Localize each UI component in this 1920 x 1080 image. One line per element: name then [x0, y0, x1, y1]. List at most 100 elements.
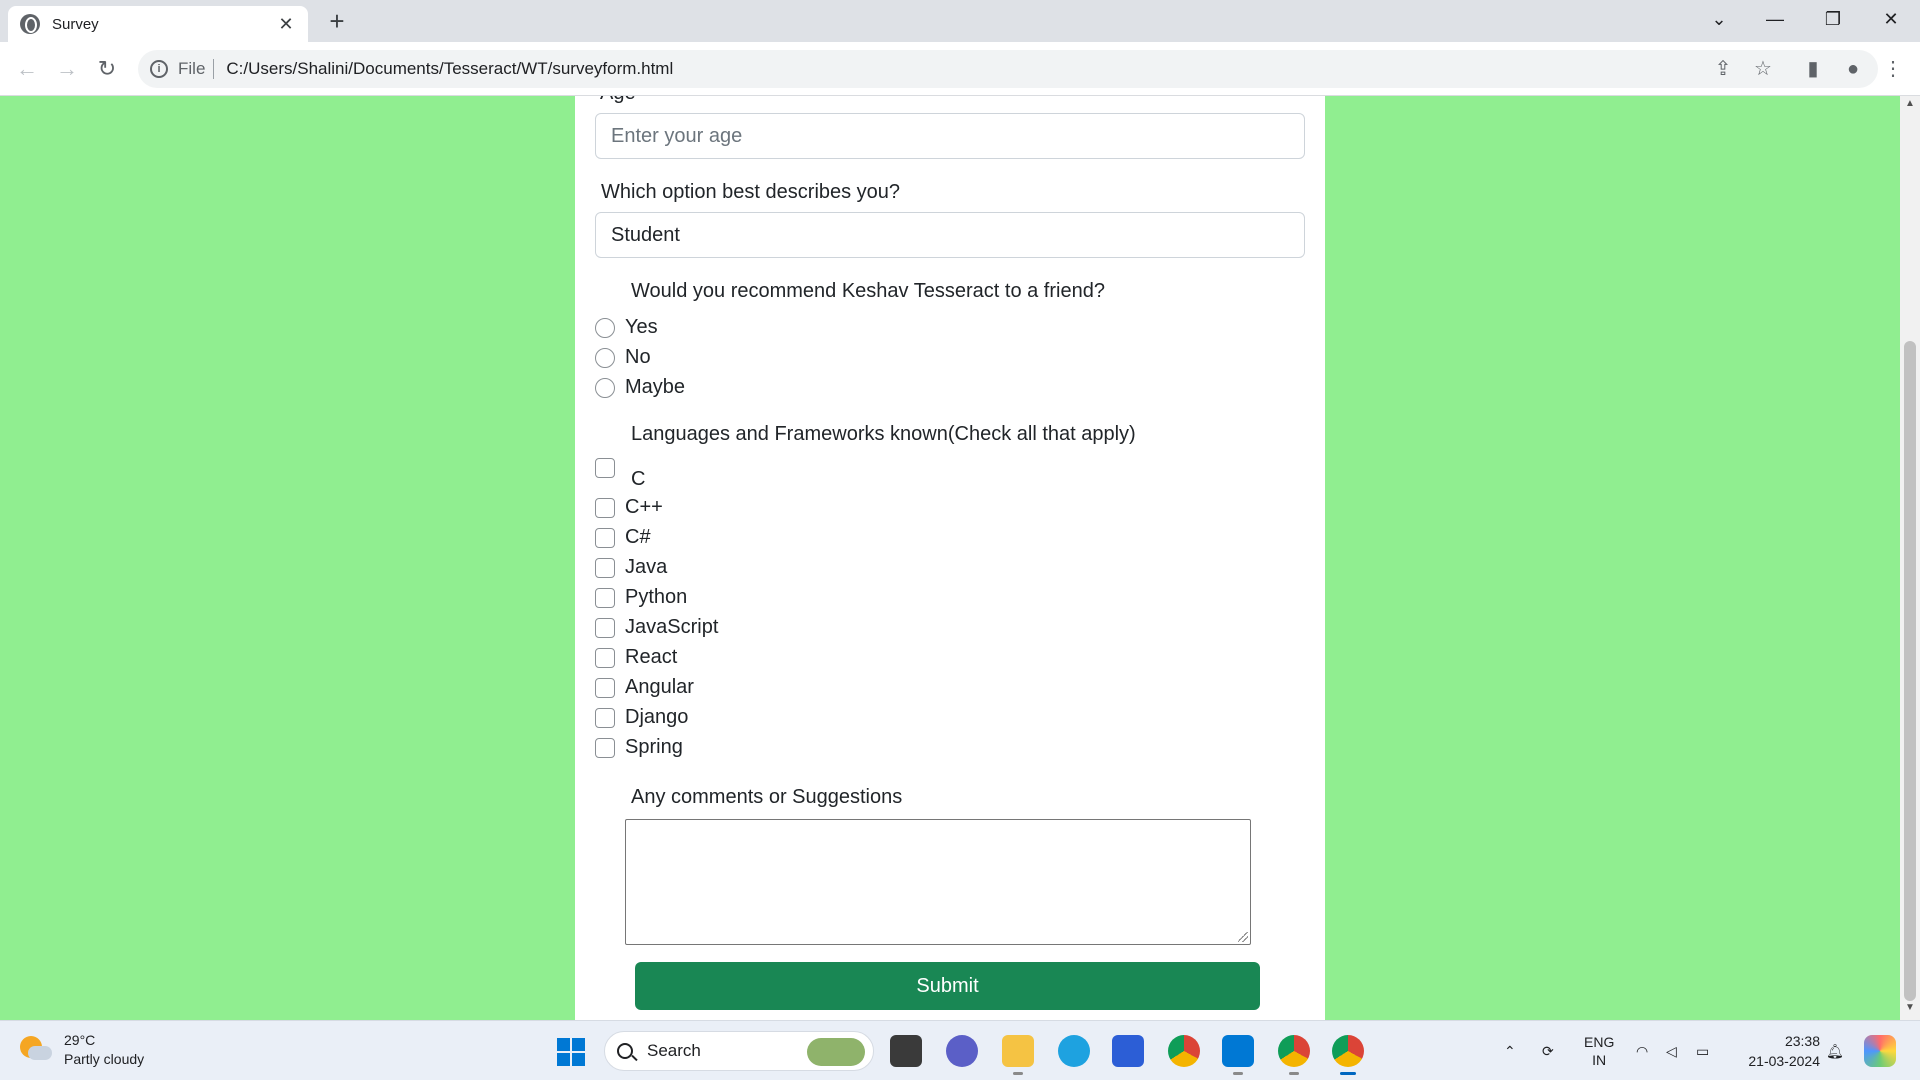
- checkbox-option-python[interactable]: Python: [595, 586, 687, 609]
- language-indicator[interactable]: ENG IN: [1584, 1021, 1614, 1080]
- task-view-icon[interactable]: [890, 1035, 922, 1067]
- side-panel-icon[interactable]: ▮: [1800, 56, 1826, 82]
- minimize-button[interactable]: —: [1752, 0, 1798, 38]
- checkbox-label: C++: [625, 496, 663, 518]
- new-tab-button[interactable]: +: [322, 7, 352, 37]
- role-selected-value: Student: [611, 223, 680, 246]
- checkbox[interactable]: [595, 557, 615, 578]
- restore-button[interactable]: ❐: [1810, 0, 1856, 38]
- tab-strip: Survey ✕ + ⌄ — ❐ ✕: [0, 0, 1920, 42]
- checkbox-label: React: [625, 646, 678, 668]
- notification-bell-icon[interactable]: 🔔︎: [1826, 1021, 1844, 1080]
- radio-label: Yes: [625, 316, 658, 338]
- teams-chat-icon[interactable]: [946, 1035, 978, 1067]
- page-viewport: Age Enter your age Which option best des…: [0, 96, 1920, 1020]
- checkbox[interactable]: [595, 617, 615, 638]
- show-hidden-icons-chevron-icon[interactable]: ⌃: [1504, 1021, 1516, 1080]
- close-tab-icon[interactable]: ✕: [276, 14, 296, 35]
- role-label: Which option best describes you?: [601, 181, 901, 203]
- forward-arrow-icon[interactable]: →: [52, 54, 82, 84]
- scroll-up-arrow-icon[interactable]: ▲: [1900, 98, 1920, 114]
- checkbox-label: Angular: [625, 676, 694, 698]
- search-label: Search: [647, 1041, 701, 1060]
- checkbox-label: Spring: [625, 736, 683, 758]
- checkbox-option-csharp[interactable]: C#: [595, 526, 651, 549]
- scroll-down-arrow-icon[interactable]: ▼: [1900, 1002, 1920, 1018]
- volume-icon[interactable]: ◁: [1666, 1021, 1677, 1080]
- tab-title: Survey: [52, 15, 99, 33]
- checkbox[interactable]: [595, 527, 615, 548]
- profile-avatar-icon[interactable]: ●: [1840, 56, 1866, 82]
- vscode-icon[interactable]: [1222, 1035, 1254, 1075]
- file-explorer-icon[interactable]: [1002, 1035, 1034, 1075]
- radio-button[interactable]: [595, 377, 615, 398]
- microsoft-store-icon[interactable]: [1112, 1035, 1144, 1067]
- scroll-thumb[interactable]: [1904, 341, 1916, 1001]
- bookmark-star-icon[interactable]: ☆: [1750, 56, 1776, 82]
- checkbox-label: JavaScript: [625, 616, 719, 638]
- taskbar: 29°C Partly cloudy Search ⌃ ⟳ ENG IN ◠ ◁…: [0, 1020, 1920, 1080]
- checkbox-option-c[interactable]: C: [595, 458, 645, 491]
- copilot-icon[interactable]: [1864, 1035, 1896, 1067]
- wifi-icon[interactable]: ◠: [1636, 1021, 1648, 1080]
- checkbox-option-javascript[interactable]: JavaScript: [595, 616, 718, 639]
- url-text[interactable]: C:/Users/Shalini/Documents/Tesseract/WT/…: [226, 59, 673, 79]
- role-select[interactable]: Student: [595, 212, 1305, 258]
- comments-textarea[interactable]: [625, 819, 1251, 945]
- age-label: Age: [600, 96, 636, 105]
- checkbox[interactable]: [595, 707, 615, 728]
- temperature: 29°C: [64, 1032, 96, 1048]
- checkbox-option-react[interactable]: React: [595, 646, 677, 669]
- language-code: ENG: [1584, 1034, 1615, 1050]
- chrome-icon[interactable]: [1168, 1035, 1200, 1067]
- address-bar[interactable]: i File C:/Users/Shalini/Documents/Tesser…: [138, 50, 1878, 88]
- checkbox-option-spring[interactable]: Spring: [595, 736, 683, 759]
- clock[interactable]: 23:38 21-03-2024: [1748, 1031, 1820, 1071]
- checkbox-label: Django: [625, 706, 689, 728]
- checkbox[interactable]: [595, 587, 615, 608]
- radio-label: Maybe: [625, 376, 686, 398]
- survey-form: Age Enter your age Which option best des…: [575, 96, 1325, 1020]
- radio-button[interactable]: [595, 347, 615, 368]
- checkbox-label: C: [631, 468, 646, 490]
- radio-label: No: [625, 346, 651, 368]
- url-scheme: File: [178, 59, 215, 79]
- checkbox[interactable]: [595, 647, 615, 668]
- checkbox-label: Java: [625, 556, 668, 578]
- checkbox-option-java[interactable]: Java: [595, 556, 667, 579]
- checkbox[interactable]: [595, 677, 615, 698]
- globe-icon: [20, 14, 40, 34]
- reload-icon[interactable]: ↻: [92, 54, 122, 84]
- submit-button[interactable]: Submit: [635, 962, 1260, 1010]
- share-icon[interactable]: ⇪: [1710, 56, 1736, 82]
- windows-start-icon[interactable]: [557, 1038, 585, 1066]
- info-icon[interactable]: i: [150, 60, 168, 78]
- checkbox[interactable]: [595, 497, 615, 518]
- languages-label: Languages and Frameworks known(Check all…: [631, 423, 1136, 445]
- radio-option-maybe[interactable]: Maybe: [595, 376, 685, 399]
- checkbox-option-django[interactable]: Django: [595, 706, 688, 729]
- taskbar-search[interactable]: Search: [604, 1031, 874, 1071]
- chrome-active-icon[interactable]: [1332, 1035, 1364, 1075]
- age-input[interactable]: Enter your age: [595, 113, 1305, 159]
- tab-search-chevron-icon[interactable]: ⌄: [1696, 0, 1742, 38]
- sync-icon[interactable]: ⟳: [1542, 1021, 1554, 1080]
- menu-kebab-icon[interactable]: ⋮: [1880, 56, 1906, 82]
- chrome-profile-icon[interactable]: [1278, 1035, 1310, 1075]
- weather-condition: Partly cloudy: [64, 1051, 145, 1067]
- checkbox[interactable]: [595, 737, 615, 758]
- search-icon: [617, 1043, 633, 1059]
- checkbox-option-angular[interactable]: Angular: [595, 676, 694, 699]
- browser-tab[interactable]: Survey ✕: [8, 6, 308, 42]
- close-window-button[interactable]: ✕: [1868, 0, 1914, 38]
- weather-widget[interactable]: 29°C Partly cloudy: [20, 1031, 144, 1069]
- checkbox-option-cpp[interactable]: C++: [595, 496, 663, 519]
- back-arrow-icon[interactable]: ←: [12, 54, 42, 84]
- radio-option-yes[interactable]: Yes: [595, 316, 658, 339]
- checkbox[interactable]: [595, 458, 615, 478]
- vertical-scrollbar[interactable]: ▲ ▼: [1900, 96, 1920, 1020]
- radio-option-no[interactable]: No: [595, 346, 651, 369]
- battery-icon[interactable]: ▭: [1696, 1021, 1709, 1080]
- radio-button[interactable]: [595, 317, 615, 338]
- edge-browser-icon[interactable]: [1058, 1035, 1090, 1067]
